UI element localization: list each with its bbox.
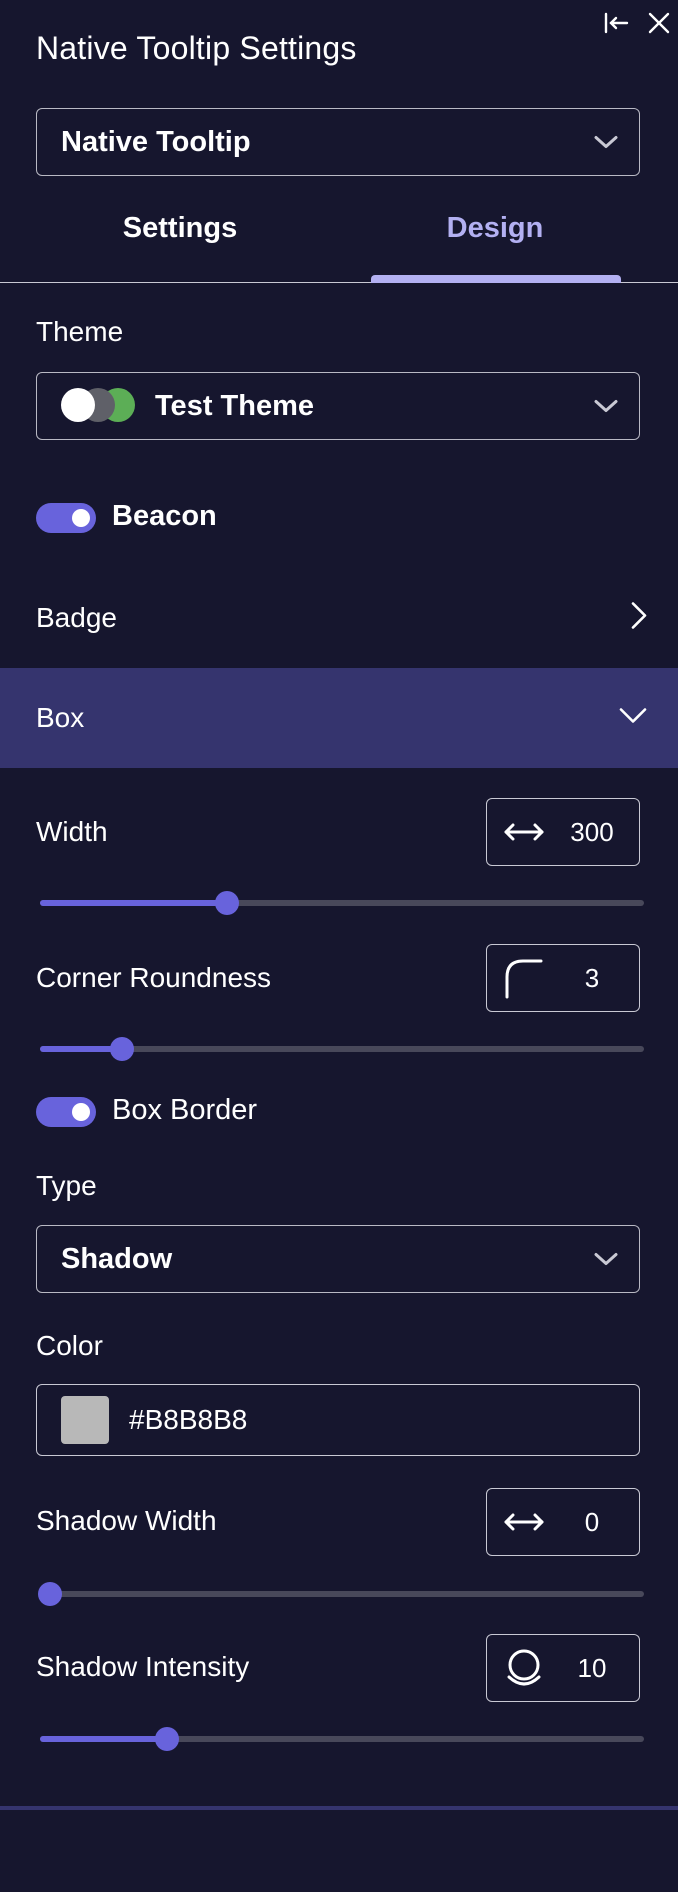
box-border-toggle[interactable] [36,1097,96,1127]
corner-roundness-input[interactable]: 3 [486,944,640,1012]
color-label: Color [36,1330,103,1361]
shadow-intensity-slider-thumb[interactable] [154,1727,179,1751]
chevron-down-icon [593,1243,619,1276]
corner-roundness-value: 3 [584,962,600,993]
corner-roundness-slider-thumb[interactable] [109,1037,134,1061]
horizontal-arrows-icon [487,821,555,843]
shadow-intensity-input[interactable]: 10 [486,1634,640,1702]
shadow-width-slider[interactable] [38,1580,644,1608]
corner-roundness-label: Corner Roundness [36,962,272,993]
shadow-width-slider-thumb[interactable] [38,1582,62,1606]
chevron-right-icon [630,601,648,636]
shadow-intensity-slider[interactable] [40,1725,644,1753]
width-value: 300 [570,816,614,847]
beacon-label: Beacon [112,500,217,532]
theme-swatches [61,388,137,424]
active-tab-indicator [371,275,621,283]
box-border-label: Box Border [112,1094,258,1126]
collapse-left-icon[interactable] [600,8,632,38]
width-input[interactable]: 300 [486,798,640,866]
corner-radius-icon [487,957,555,999]
shadow-intensity-value: 10 [577,1652,607,1683]
settings-panel: Native Tooltip Settings Native Tooltip S… [0,0,678,1892]
theme-label: Theme [36,316,124,347]
width-slider-thumb[interactable] [215,891,240,915]
close-icon[interactable] [643,8,675,38]
shadow-intensity-label: Shadow Intensity [36,1651,250,1682]
component-select-value: Native Tooltip [61,125,251,158]
component-select[interactable]: Native Tooltip [36,108,640,176]
chevron-down-icon [593,126,619,159]
tab-settings[interactable]: Settings [80,212,280,245]
chevron-down-icon [618,707,648,730]
theme-select[interactable]: Test Theme [36,372,640,440]
type-select-value: Shadow [61,1242,173,1275]
panel-title: Native Tooltip Settings [36,30,357,66]
horizontal-arrows-icon [487,1511,555,1533]
theme-select-value: Test Theme [155,389,315,422]
shadow-width-input[interactable]: 0 [486,1488,640,1556]
corner-roundness-slider[interactable] [40,1035,644,1063]
type-label: Type [36,1170,97,1201]
shadow-intensity-icon [487,1647,555,1689]
tab-design[interactable]: Design [395,212,595,245]
width-label: Width [36,816,108,847]
theme-swatch-light [61,388,95,422]
color-swatch[interactable] [61,1396,109,1444]
color-hex-value: #B8B8B8 [129,1404,248,1435]
tab-bar: Settings Design [0,198,678,283]
shadow-width-label: Shadow Width [36,1505,217,1536]
beacon-toggle[interactable] [36,503,96,533]
chevron-down-icon [593,390,619,423]
shadow-width-value: 0 [584,1506,600,1537]
box-section-label: Box [36,702,85,733]
width-slider[interactable] [40,889,644,917]
footer-divider [0,1806,678,1810]
type-select[interactable]: Shadow [36,1225,640,1293]
badge-section-label: Badge [36,602,117,633]
box-section-header[interactable]: Box [0,668,678,768]
badge-section-header[interactable]: Badge [0,568,678,668]
color-input[interactable]: #B8B8B8 [36,1384,640,1456]
